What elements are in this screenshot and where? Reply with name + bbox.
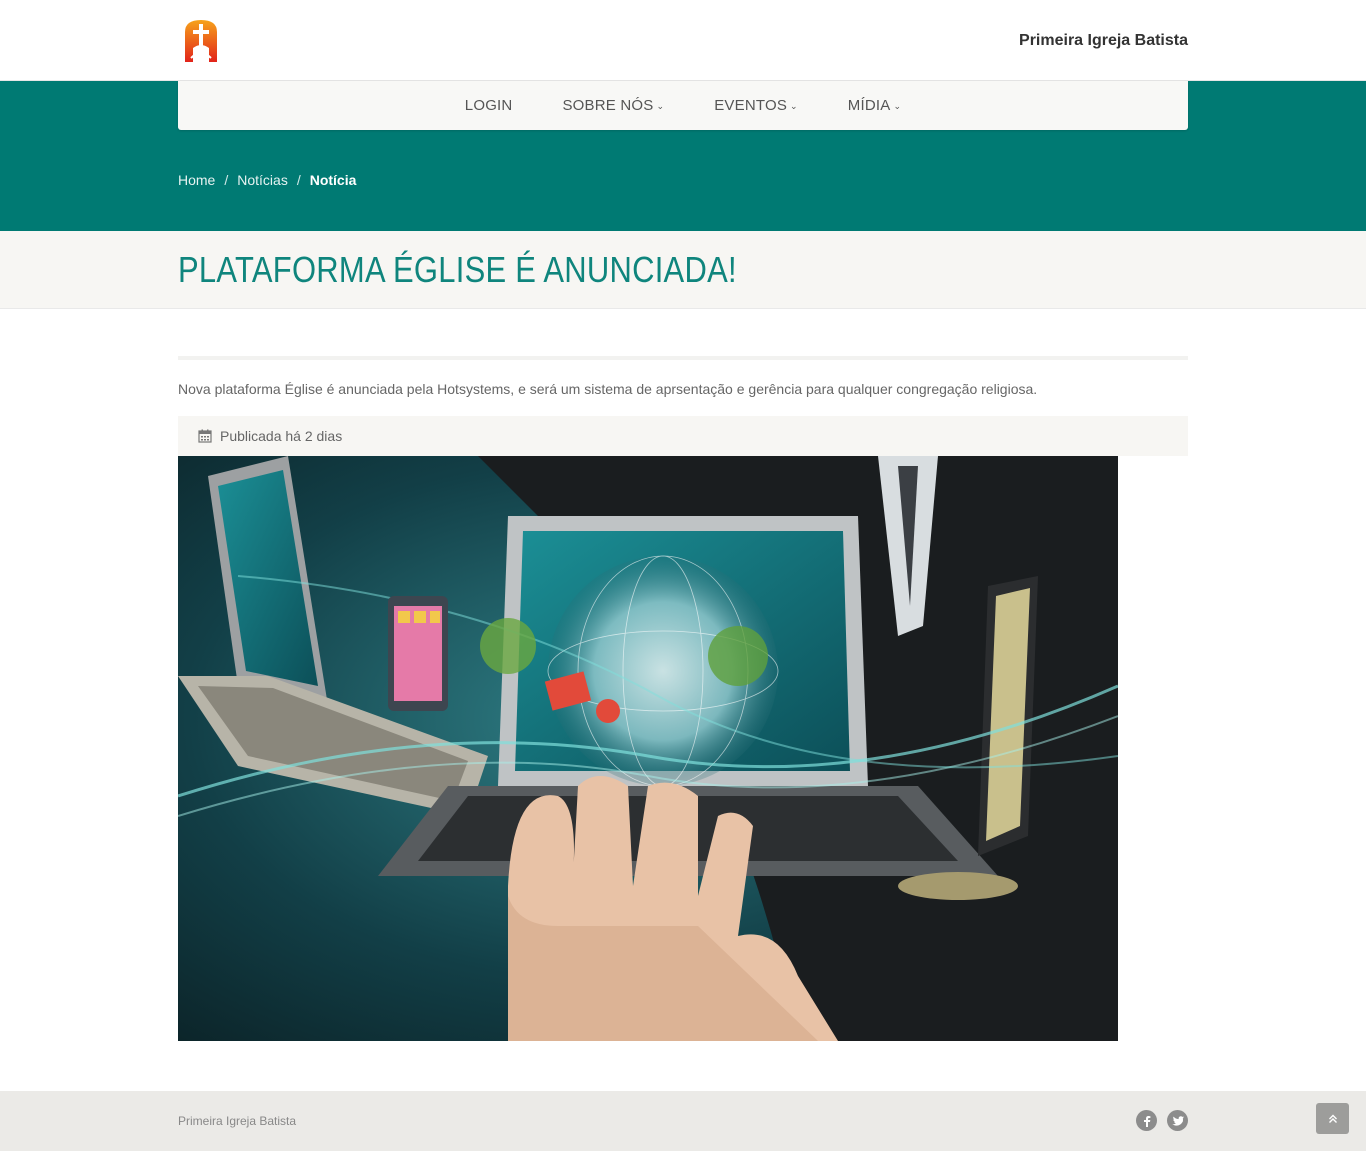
article-meta: Publicada há 2 dias [178, 416, 1188, 456]
facebook-icon [1143, 1115, 1150, 1127]
scroll-to-top-button[interactable] [1316, 1103, 1349, 1134]
breadcrumb-separator: / [224, 172, 229, 188]
article-summary: Nova plataforma Église é anunciada pela … [178, 381, 1038, 397]
title-bar: PLATAFORMA ÉGLISE É ANUNCIADA! [0, 231, 1366, 309]
double-chevron-up-icon [1328, 1114, 1337, 1123]
nav-eventos-label: EVENTOS [714, 97, 788, 114]
nav-sobre-nos[interactable]: SOBRE NÓS ⌄ [537, 97, 689, 114]
content-divider [178, 356, 1188, 360]
site-name: Primeira Igreja Batista [1019, 32, 1188, 49]
calendar-icon [198, 429, 212, 443]
main-navbar: LOGIN SOBRE NÓS ⌄ EVENTOS ⌄ MÍDIA ⌄ [178, 81, 1188, 130]
nav-midia-label: MÍDIA [847, 97, 891, 114]
breadcrumb-noticias[interactable]: Notícias [237, 172, 288, 188]
breadcrumb: Home / Notícias / Notícia [178, 172, 356, 188]
chevron-down-icon: ⌄ [790, 101, 798, 111]
technology-devices-photo-icon [178, 456, 1118, 1041]
nav-login-label: LOGIN [464, 97, 513, 114]
breadcrumb-separator: / [296, 172, 301, 188]
chevron-down-icon: ⌄ [893, 101, 902, 111]
facebook-link[interactable] [1136, 1110, 1157, 1131]
church-logo-icon[interactable] [183, 18, 219, 62]
footer: Primeira Igreja Batista [0, 1091, 1366, 1151]
nav-eventos[interactable]: EVENTOS ⌄ [689, 97, 823, 114]
chevron-down-icon: ⌄ [656, 101, 665, 111]
breadcrumb-home[interactable]: Home [178, 172, 215, 188]
published-date: Publicada há 2 dias [220, 428, 343, 444]
nav-midia[interactable]: MÍDIA ⌄ [823, 97, 926, 114]
hero-banner: LOGIN SOBRE NÓS ⌄ EVENTOS ⌄ MÍDIA ⌄ Home… [0, 81, 1366, 231]
nav-sobre-nos-label: SOBRE NÓS [562, 97, 654, 114]
footer-text: Primeira Igreja Batista [178, 1114, 297, 1128]
twitter-link[interactable] [1167, 1110, 1188, 1131]
article-image [178, 456, 1118, 1041]
twitter-icon [1171, 1115, 1184, 1126]
page-title: PLATAFORMA ÉGLISE É ANUNCIADA! [178, 249, 737, 290]
top-header: Primeira Igreja Batista [0, 0, 1366, 81]
nav-login[interactable]: LOGIN [440, 97, 538, 114]
breadcrumb-current: Notícia [309, 172, 357, 188]
